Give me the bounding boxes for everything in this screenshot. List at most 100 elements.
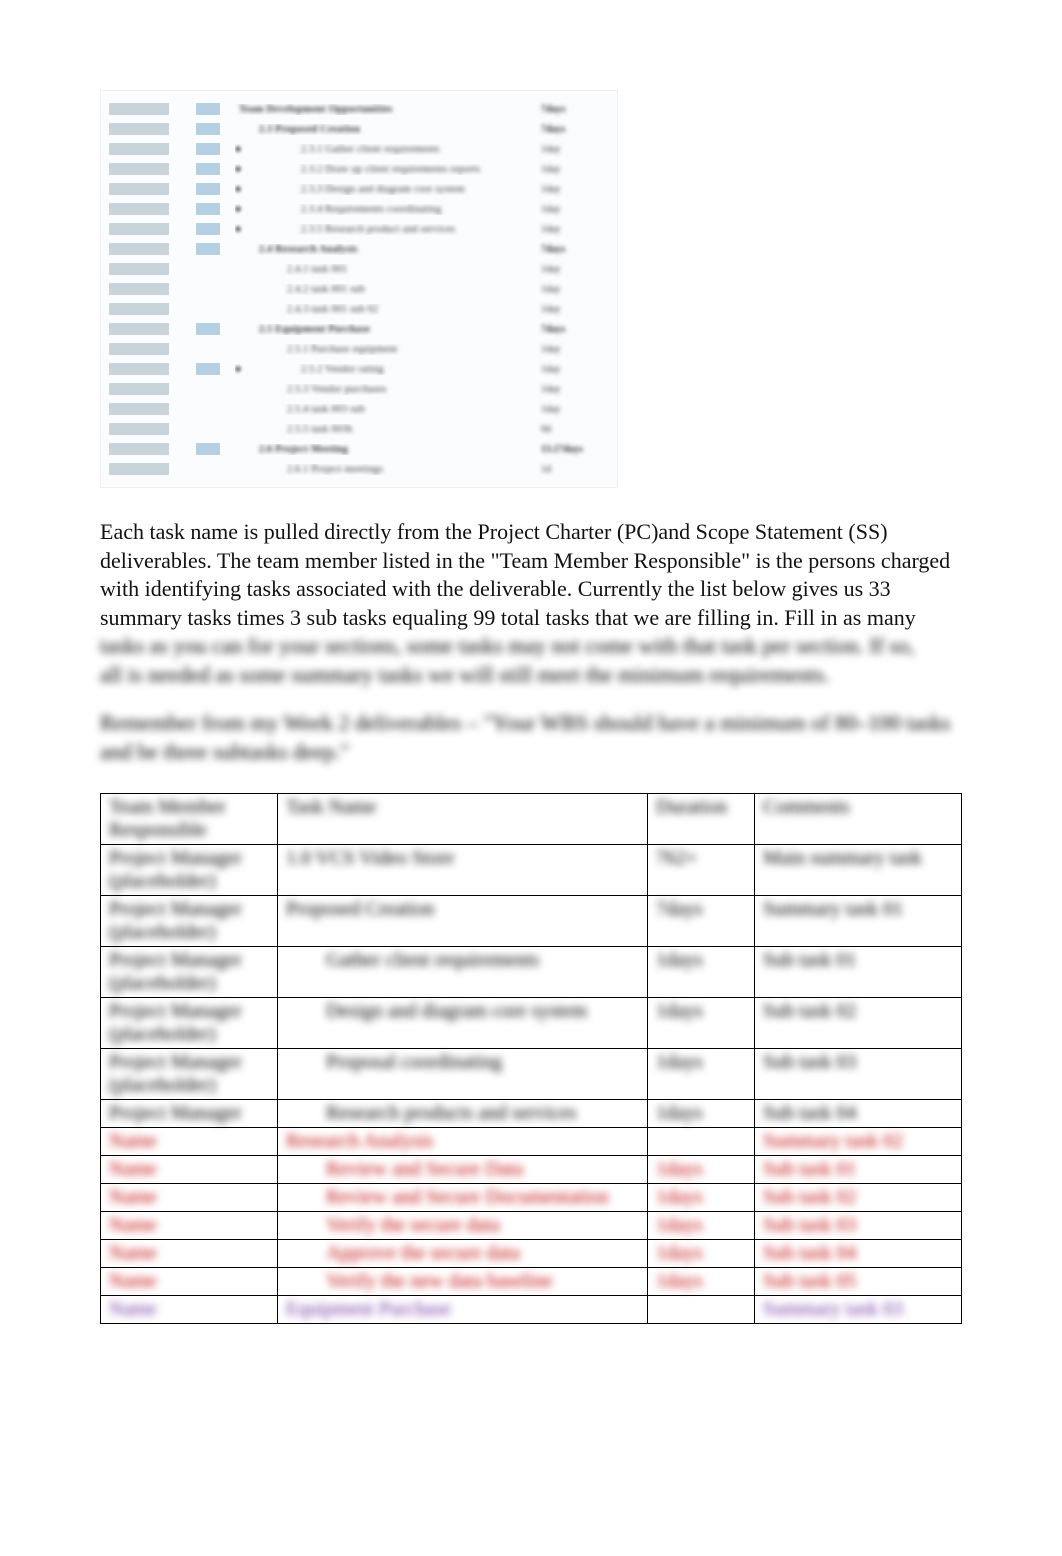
para-blur-1: tasks as you can for your sections, some…: [100, 633, 914, 658]
note-lead: Remember from my Week 2 deliverables –: [100, 710, 483, 735]
cell-comments: Main summary task: [763, 847, 922, 870]
wbs-task-label: 2.3.4 Requirements coordinating: [301, 204, 441, 215]
wbs-screenshot: Team Development Opportunities7days2.3 P…: [100, 90, 618, 488]
cell-team-member: Name: [109, 1298, 157, 1321]
wbs-row: 2.3.4 Requirements coordinating 1day: [109, 199, 609, 219]
wbs-duration: 1day: [541, 164, 560, 175]
cell-comments: Sub task 02: [763, 1186, 856, 1209]
cell-comments: Summary task 02: [763, 1130, 903, 1153]
table-row: Name Research Analysis Summary task 02: [101, 1127, 962, 1155]
cell-team-member: Project Manager (placeholder): [109, 1051, 269, 1097]
cell-duration: 1days: [656, 1242, 703, 1265]
cell-comments: Sub task 05: [763, 1270, 856, 1293]
wbs-task-label: 2.3.3 Design and diagram core system: [301, 184, 465, 195]
wbs-duration: 1day: [541, 344, 560, 355]
cell-task-name: Equipment Purchase: [286, 1298, 451, 1321]
cell-task-name: Review and Secure Data: [286, 1158, 523, 1181]
wbs-duration: 1d: [541, 464, 551, 475]
wbs-task-label: 2.4 Research Analysis: [259, 244, 358, 255]
cell-comments: Sub task 04: [763, 1102, 856, 1125]
wbs-task-label: 2.3.1 Gather client requirements: [301, 144, 440, 155]
cell-team-member: Name: [109, 1242, 157, 1265]
wbs-duration: 1day: [541, 404, 560, 415]
wbs-duration: 7days: [541, 104, 565, 115]
cell-team-member: Name: [109, 1130, 157, 1153]
cell-task-name: Proposed Creation: [286, 898, 434, 921]
para-line-4: summary tasks times 3 sub tasks equaling…: [100, 605, 916, 630]
wbs-task-label: 2.3 Proposed Creation: [259, 124, 360, 135]
cell-comments: Summary task 03: [763, 1298, 903, 1321]
wbs-duration: 7days: [541, 324, 565, 335]
wbs-duration: 1day: [541, 264, 560, 275]
para-blur-2: all is needed as some summary tasks we w…: [100, 662, 830, 687]
wbs-row: 2.3.3 Design and diagram core system 1day: [109, 179, 609, 199]
cell-comments: Sub task 03: [763, 1051, 856, 1074]
cell-task-name: Research products and services: [286, 1102, 576, 1125]
wbs-task-label: 2.4.1 task 001: [287, 264, 347, 275]
wbs-task-label: 2.6 Project Meeting: [259, 444, 348, 455]
wbs-duration: 0d: [541, 424, 551, 435]
cell-duration: 1days: [656, 949, 703, 972]
cell-task-name: Review and Secure Documentation: [286, 1186, 609, 1209]
table-row: Name Review and Secure Data 1days Sub task …: [101, 1155, 962, 1183]
wbs-row: 2.4.1 task 001 1day: [109, 259, 609, 279]
cell-comments: Sub task 01: [763, 1158, 856, 1181]
table-row: Name Verify the new data baseline 1days Sub…: [101, 1267, 962, 1295]
wbs-row: 2.5.1 Purchase equipment1day: [109, 339, 609, 359]
wbs-row: 2.3.2 Draw up client requirements report…: [109, 159, 609, 179]
cell-duration: 1days: [656, 1186, 703, 1209]
table-row: NameApprove the secure data1daysSub task…: [101, 1239, 962, 1267]
para-line-3: with identifying tasks associated with t…: [100, 576, 891, 601]
wbs-row: 2.4.3 task 001 sub 021day: [109, 299, 609, 319]
cell-team-member: Project Manager (placeholder): [109, 847, 269, 893]
wbs-row: Team Development Opportunities7days: [109, 99, 609, 119]
table-row: Project Manager (placeholder)Proposed Cr…: [101, 895, 962, 946]
wbs-duration: 7days: [541, 244, 565, 255]
wbs-row: 2.3 Proposed Creation7days: [109, 119, 609, 139]
cell-task-name: Research Analysis: [286, 1130, 433, 1153]
wbs-row: 2.5.2 Vendor rating1day: [109, 359, 609, 379]
cell-team-member: Project Manager (placeholder): [109, 1000, 269, 1046]
wbs-duration: 1day: [541, 204, 560, 215]
wbs-task-label: 2.5.5 task 003b: [287, 424, 353, 435]
cell-duration: 1days: [656, 1270, 703, 1293]
cell-team-member: Project Manager (placeholder): [109, 949, 269, 995]
cell-duration: 7days: [656, 898, 703, 921]
wbs-task-label: 2.6.1 Project meetings: [287, 464, 383, 475]
cell-duration: 1days: [656, 1102, 703, 1125]
cell-team-member: Project Manager: [109, 1102, 242, 1125]
wbs-row: 2.5.3 Vendor purchases1day: [109, 379, 609, 399]
cell-duration: 1days: [656, 1000, 703, 1023]
cell-comments: Sub task 01: [763, 949, 856, 972]
wbs-row: 2.5.4 task 003 sub1day: [109, 399, 609, 419]
cell-task-name: Verify the new data baseline: [286, 1270, 553, 1293]
table-row: Name Equipment Purchase Summary task 03: [101, 1295, 962, 1323]
cell-team-member: Name: [109, 1158, 157, 1181]
cell-team-member: Name: [109, 1270, 157, 1293]
wbs-duration: 1day: [541, 384, 560, 395]
wbs-duration: 1day: [541, 184, 560, 195]
wbs-duration: 1day: [541, 224, 560, 235]
wbs-task-label: 2.4.2 task 001 sub: [287, 284, 365, 295]
wbs-task-label: 2.3.5 Research product and services: [301, 224, 455, 235]
wbs-row: 2.4.2 task 001 sub 1day: [109, 279, 609, 299]
wbs-task-label: 2.5 Equipment Purchase: [259, 324, 370, 335]
table-row: Project Manager (placeholder) Proposal co…: [101, 1048, 962, 1099]
wbs-duration: 1day: [541, 284, 560, 295]
wbs-row: 2.6.1 Project meetings 1d: [109, 459, 609, 479]
cell-duration: 1days: [656, 1051, 703, 1074]
cell-task-name: Proposal coordinating: [286, 1051, 502, 1074]
table-row: Project Manager Research products and ser…: [101, 1099, 962, 1127]
wbs-row: 2.4 Research Analysis 7days: [109, 239, 609, 259]
reminder-note: Remember from my Week 2 deliverables – "…: [100, 708, 962, 767]
cell-duration: 762+: [656, 847, 697, 870]
wbs-task-label: 2.4.3 task 001 sub 02: [287, 304, 378, 315]
cell-team-member: Name: [109, 1214, 157, 1237]
cell-team-member: Name: [109, 1186, 157, 1209]
table-row: Project Manager (placeholder)1.0 VCS Vid…: [101, 844, 962, 895]
wbs-duration: 1day: [541, 144, 560, 155]
wbs-row: 2.3.5 Research product and services 1day: [109, 219, 609, 239]
cell-comments: Sub task 03: [763, 1214, 856, 1237]
wbs-row: 2.5.5 task 003b 0d: [109, 419, 609, 439]
cell-duration: 1days: [656, 1158, 703, 1181]
